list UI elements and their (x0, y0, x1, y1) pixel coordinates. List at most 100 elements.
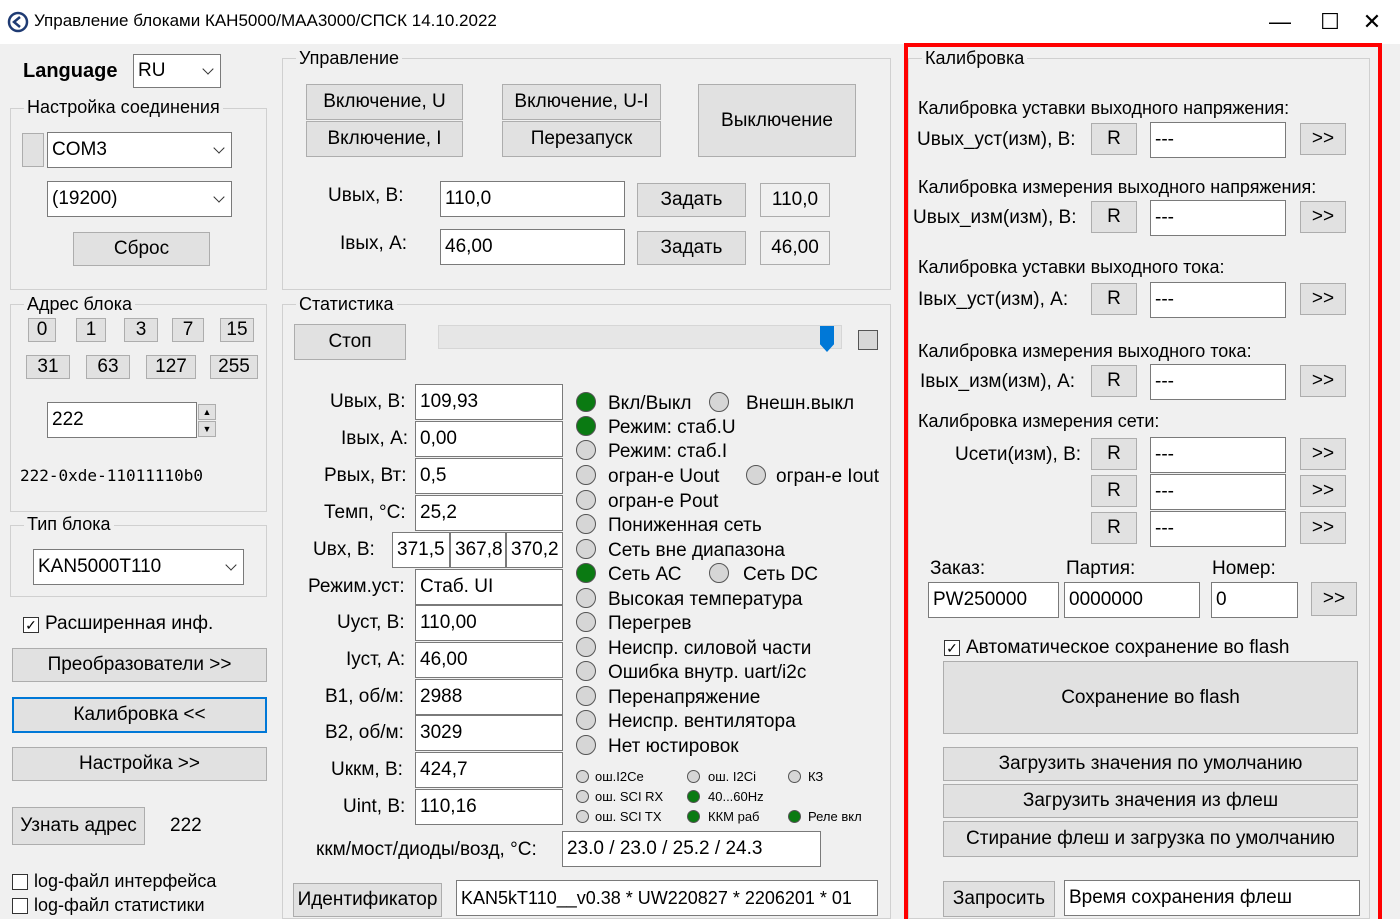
ind-relay: Реле вкл (808, 809, 862, 824)
led-uart-err (576, 661, 596, 681)
get-address-button[interactable]: Узнать адрес (12, 807, 145, 845)
port-select[interactable]: COM3 (47, 132, 232, 168)
ind-on-off: Вкл/Выкл (608, 393, 692, 414)
stat-value-uset: 110,00 (415, 605, 563, 641)
led-kkm (687, 810, 700, 823)
window-title: Управление блоками КАН5000/МАА3000/СПСК … (34, 11, 497, 30)
baud-value: (19200) (52, 188, 118, 209)
stat-label-uin: Uвх, В: (313, 539, 375, 560)
address-button-1[interactable]: 1 (76, 318, 106, 342)
baud-select[interactable]: (19200) (47, 181, 232, 217)
address-button-7[interactable]: 7 (172, 318, 204, 342)
stat-label-temp: Темп, °С: (324, 502, 406, 523)
on-i-button[interactable]: Включение, I (306, 121, 463, 157)
set-iout-button[interactable]: Задать (637, 231, 746, 265)
address-legend: Адрес блока (24, 294, 136, 315)
stat-label-mode: Режим.уст: (308, 576, 405, 597)
ind-err-i2ci: ош. I2Ci (708, 769, 757, 784)
led-hz (687, 790, 700, 803)
led-relay (788, 810, 801, 823)
interface-log-label: log-файл интерфейса (34, 871, 217, 891)
ind-uart-err: Ошибка внутр. uart/i2c (608, 662, 807, 683)
led-stab-i (576, 440, 596, 460)
settings-button[interactable]: Настройка >> (12, 747, 267, 781)
uout-input[interactable]: 110,0 (440, 181, 625, 217)
stat-value-ukkm: 424,7 (415, 752, 563, 788)
stat-value-iout: 0,00 (415, 421, 563, 457)
ind-kz: КЗ (808, 769, 824, 784)
stat-label-uout: Uвых, В: (330, 391, 406, 412)
led-high-temp (576, 588, 596, 608)
ind-stab-u: Режим: стаб.U (608, 417, 736, 438)
spin-down-icon[interactable]: ▼ (198, 421, 216, 437)
stats-legend: Статистика (296, 294, 397, 315)
led-stab-u (576, 416, 596, 436)
iout-input[interactable]: 46,00 (440, 229, 625, 265)
stat-label-ukkm: Uккм, В: (331, 759, 403, 780)
led-err-rx (576, 790, 589, 803)
on-ui-button[interactable]: Включение, U-I (502, 84, 661, 120)
address-button-255[interactable]: 255 (210, 355, 258, 379)
led-lim-iout (746, 465, 766, 485)
block-type-legend: Тип блока (24, 514, 114, 535)
close-button[interactable]: ✕ (1342, 0, 1400, 44)
identifier-value: KAN5kT110__v0.38 * UW220827 * 2206201 * … (456, 880, 878, 916)
converters-button[interactable]: Преобразователи >> (12, 648, 267, 682)
on-u-button[interactable]: Включение, U (306, 84, 463, 120)
set-uout-button[interactable]: Задать (637, 183, 746, 217)
ind-net-ac: Сеть АС (608, 564, 682, 585)
stop-button[interactable]: Стоп (294, 324, 406, 360)
control-legend: Управление (296, 48, 403, 69)
highlight-box (904, 43, 1382, 919)
address-button-15[interactable]: 15 (220, 318, 254, 342)
stat-label-iset: Iуст, А: (346, 649, 406, 670)
reset-button[interactable]: Сброс (73, 232, 210, 266)
chevron-down-icon (213, 142, 225, 154)
address-button-127[interactable]: 127 (146, 355, 196, 379)
ind-overheat: Перегрев (608, 613, 692, 634)
address-button-31[interactable]: 31 (26, 355, 70, 379)
led-net-ac (576, 563, 596, 583)
spin-up-icon[interactable]: ▲ (198, 404, 216, 420)
calibration-button[interactable]: Калибровка << (12, 697, 267, 733)
block-type-value: KAN5000T110 (38, 556, 162, 577)
uout-readback: 110,0 (760, 183, 830, 217)
led-on-off (576, 392, 596, 412)
address-input[interactable]: 222 (47, 402, 197, 438)
ind-stab-i: Режим: стаб.I (608, 441, 728, 462)
iout-readback: 46,00 (760, 231, 830, 265)
stats-log-label: log-файл статистики (34, 895, 205, 915)
address-button-3[interactable]: 3 (124, 318, 158, 342)
slider-track[interactable] (438, 325, 842, 349)
led-overheat (576, 612, 596, 632)
block-type-select[interactable]: KAN5000T110 (33, 549, 244, 585)
stats-log-checkbox[interactable] (12, 898, 28, 914)
slider-checkbox[interactable] (858, 330, 878, 350)
port-refresh-button[interactable] (22, 133, 44, 167)
address-button-0[interactable]: 0 (28, 318, 56, 342)
stat-value-pout: 0,5 (415, 458, 563, 494)
address-result: 222 (170, 815, 202, 836)
led-ext-off (709, 392, 729, 412)
iout-label: Iвых, А: (340, 233, 408, 254)
stat-value-uint: 110,16 (415, 789, 563, 825)
ind-power-fault: Неиспр. силовой части (608, 638, 812, 659)
extended-checkbox[interactable]: ✓ (23, 617, 39, 633)
chevron-down-icon (225, 559, 237, 571)
ind-err-tx: ош. SCI TX (595, 809, 662, 824)
chevron-down-icon (213, 191, 225, 203)
address-button-63[interactable]: 63 (86, 355, 130, 379)
stat-value-fan1: 2988 (415, 679, 563, 715)
ind-low-net: Пониженная сеть (608, 515, 762, 536)
identifier-button[interactable]: Идентификатор (293, 883, 442, 917)
stat-value-iset: 46,00 (415, 642, 563, 678)
interface-log-checkbox[interactable] (12, 874, 28, 890)
led-err-i2ci (687, 770, 700, 783)
restart-button[interactable]: Перезапуск (502, 121, 661, 157)
off-button[interactable]: Выключение (698, 84, 856, 157)
stat-value-uin-2: 367,8 (450, 532, 506, 568)
ind-err-rx: ош. SCI RX (595, 789, 664, 804)
extended-label: Расширенная инф. (45, 613, 214, 634)
ind-lim-pout: огран-е Pout (608, 491, 719, 512)
language-select[interactable]: RU (133, 54, 221, 88)
